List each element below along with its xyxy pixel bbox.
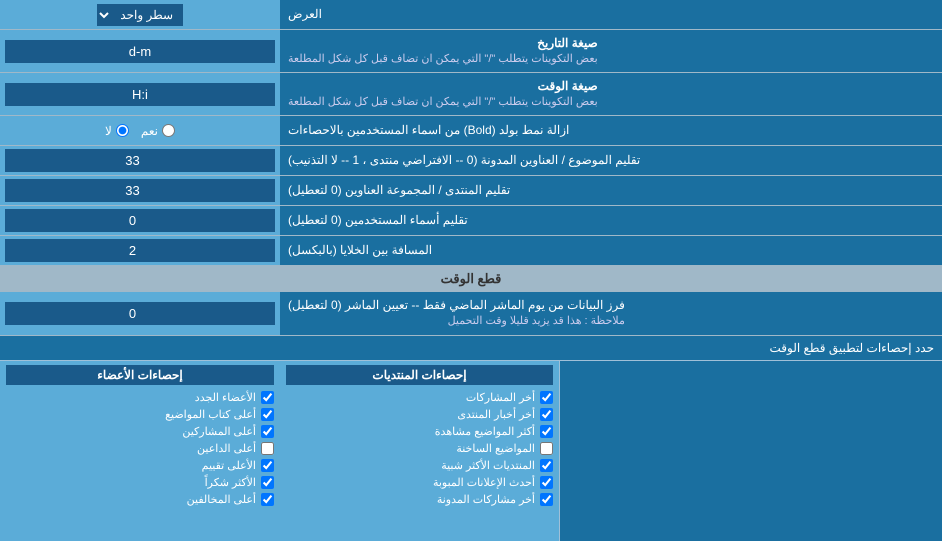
ard-label: العرض	[280, 0, 942, 29]
bold-no-radio[interactable]	[116, 124, 129, 137]
bold-yes-label[interactable]: نعم	[141, 124, 175, 138]
stat-cb-11[interactable]	[261, 391, 274, 404]
stats-item: أكثر المواضيع مشاهدة	[286, 423, 553, 440]
stats-title-row: حدد إحصاءات لتطبيق قطع الوقت	[0, 336, 942, 360]
time-format-input[interactable]	[5, 83, 275, 106]
time-format-label: صيغة الوقت بعض التكوينات يتطلب "/" التي …	[280, 73, 942, 115]
topic-order-input[interactable]	[5, 149, 275, 172]
spacing-input[interactable]	[5, 239, 275, 262]
stat-cb-16[interactable]	[261, 476, 274, 489]
spacing-input-cell	[0, 236, 280, 265]
topic-order-row: تقليم الموضوع / العناوين المدونة (0 -- ا…	[0, 146, 942, 176]
forum-order-input[interactable]	[5, 179, 275, 202]
stats-col2: إحصاءات الأعضاء الأعضاء الجدد أعلى كتاب …	[0, 361, 280, 541]
stats-item: أعلى الداعين	[6, 440, 274, 457]
stat-cb-3[interactable]	[540, 425, 553, 438]
stats-empty-col	[560, 361, 942, 541]
date-format-input-cell	[0, 30, 280, 72]
bold-remove-row: ازالة نمط بولد (Bold) من اسماء المستخدمي…	[0, 116, 942, 146]
stats-columns: إحصاءات المنتديات أخر المشاركات أخر أخبا…	[0, 360, 942, 541]
stats-item: الأكثر شكراً	[6, 474, 274, 491]
date-format-row: صيغة التاريخ بعض التكوينات يتطلب "/" الت…	[0, 30, 942, 73]
stats-col1-header: إحصاءات المنتديات	[286, 365, 553, 385]
spacing-row: المسافة بين الخلايا (بالبكسل)	[0, 236, 942, 266]
username-order-label: تقليم أسماء المستخدمين (0 لتعطيل)	[280, 206, 942, 235]
stat-cb-2[interactable]	[540, 408, 553, 421]
date-format-input[interactable]	[5, 40, 275, 63]
forum-order-label: تقليم المنتدى / المجموعة العناوين (0 لتع…	[280, 176, 942, 205]
time-format-row: صيغة الوقت بعض التكوينات يتطلب "/" التي …	[0, 73, 942, 116]
stat-cb-15[interactable]	[261, 459, 274, 472]
stats-item: أعلى كتاب المواضيع	[6, 406, 274, 423]
ard-row: العرض سطر واحد سطران ثلاثة أسطر	[0, 0, 942, 30]
spacing-label: المسافة بين الخلايا (بالبكسل)	[280, 236, 942, 265]
stats-item: أخر أخبار المنتدى	[286, 406, 553, 423]
realtime-section-header: قطع الوقت	[0, 266, 942, 292]
realtime-label: فرز البيانات من يوم الماشر الماضي فقط --…	[280, 292, 942, 334]
stats-title-label: حدد إحصاءات لتطبيق قطع الوقت	[0, 336, 942, 360]
main-container: العرض سطر واحد سطران ثلاثة أسطر صيغة الت…	[0, 0, 942, 541]
topic-order-label: تقليم الموضوع / العناوين المدونة (0 -- ا…	[280, 146, 942, 175]
stats-item: الأعلى تقييم	[6, 457, 274, 474]
dropdown-cell: سطر واحد سطران ثلاثة أسطر	[0, 0, 280, 29]
stat-cb-7[interactable]	[540, 493, 553, 506]
stat-cb-14[interactable]	[261, 442, 274, 455]
forum-order-input-cell	[0, 176, 280, 205]
bold-remove-label: ازالة نمط بولد (Bold) من اسماء المستخدمي…	[280, 116, 942, 145]
stats-item: المنتديات الأكثر شبية	[286, 457, 553, 474]
satr-dropdown[interactable]: سطر واحد سطران ثلاثة أسطر	[97, 4, 183, 26]
stats-item: المواضيع الساخنة	[286, 440, 553, 457]
username-order-row: تقليم أسماء المستخدمين (0 لتعطيل)	[0, 206, 942, 236]
bold-yes-radio[interactable]	[162, 124, 175, 137]
stat-cb-4[interactable]	[540, 442, 553, 455]
stats-col1: إحصاءات المنتديات أخر المشاركات أخر أخبا…	[280, 361, 560, 541]
time-format-input-cell	[0, 73, 280, 115]
username-order-input-cell	[0, 206, 280, 235]
date-format-label: صيغة التاريخ بعض التكوينات يتطلب "/" الت…	[280, 30, 942, 72]
stats-outer: حدد إحصاءات لتطبيق قطع الوقت إحصاءات الم…	[0, 336, 942, 541]
stats-item: أعلى المشاركين	[6, 423, 274, 440]
topic-order-input-cell	[0, 146, 280, 175]
stats-item: أخر مشاركات المدونة	[286, 491, 553, 508]
bold-no-label[interactable]: لا	[105, 124, 129, 138]
realtime-input[interactable]	[5, 302, 275, 325]
stat-cb-13[interactable]	[261, 425, 274, 438]
stats-item: أخر المشاركات	[286, 389, 553, 406]
stats-item: أعلى المخالفين	[6, 491, 274, 508]
stat-cb-1[interactable]	[540, 391, 553, 404]
stat-cb-17[interactable]	[261, 493, 274, 506]
realtime-row: فرز البيانات من يوم الماشر الماضي فقط --…	[0, 292, 942, 335]
bold-remove-radio-cell: نعم لا	[0, 116, 280, 145]
stats-col2-header: إحصاءات الأعضاء	[6, 365, 274, 385]
stat-cb-6[interactable]	[540, 476, 553, 489]
stats-item: الأعضاء الجدد	[6, 389, 274, 406]
forum-order-row: تقليم المنتدى / المجموعة العناوين (0 لتع…	[0, 176, 942, 206]
stat-cb-5[interactable]	[540, 459, 553, 472]
realtime-input-cell	[0, 292, 280, 334]
stats-item: أحدث الإعلانات المبوبة	[286, 474, 553, 491]
stat-cb-12[interactable]	[261, 408, 274, 421]
username-order-input[interactable]	[5, 209, 275, 232]
